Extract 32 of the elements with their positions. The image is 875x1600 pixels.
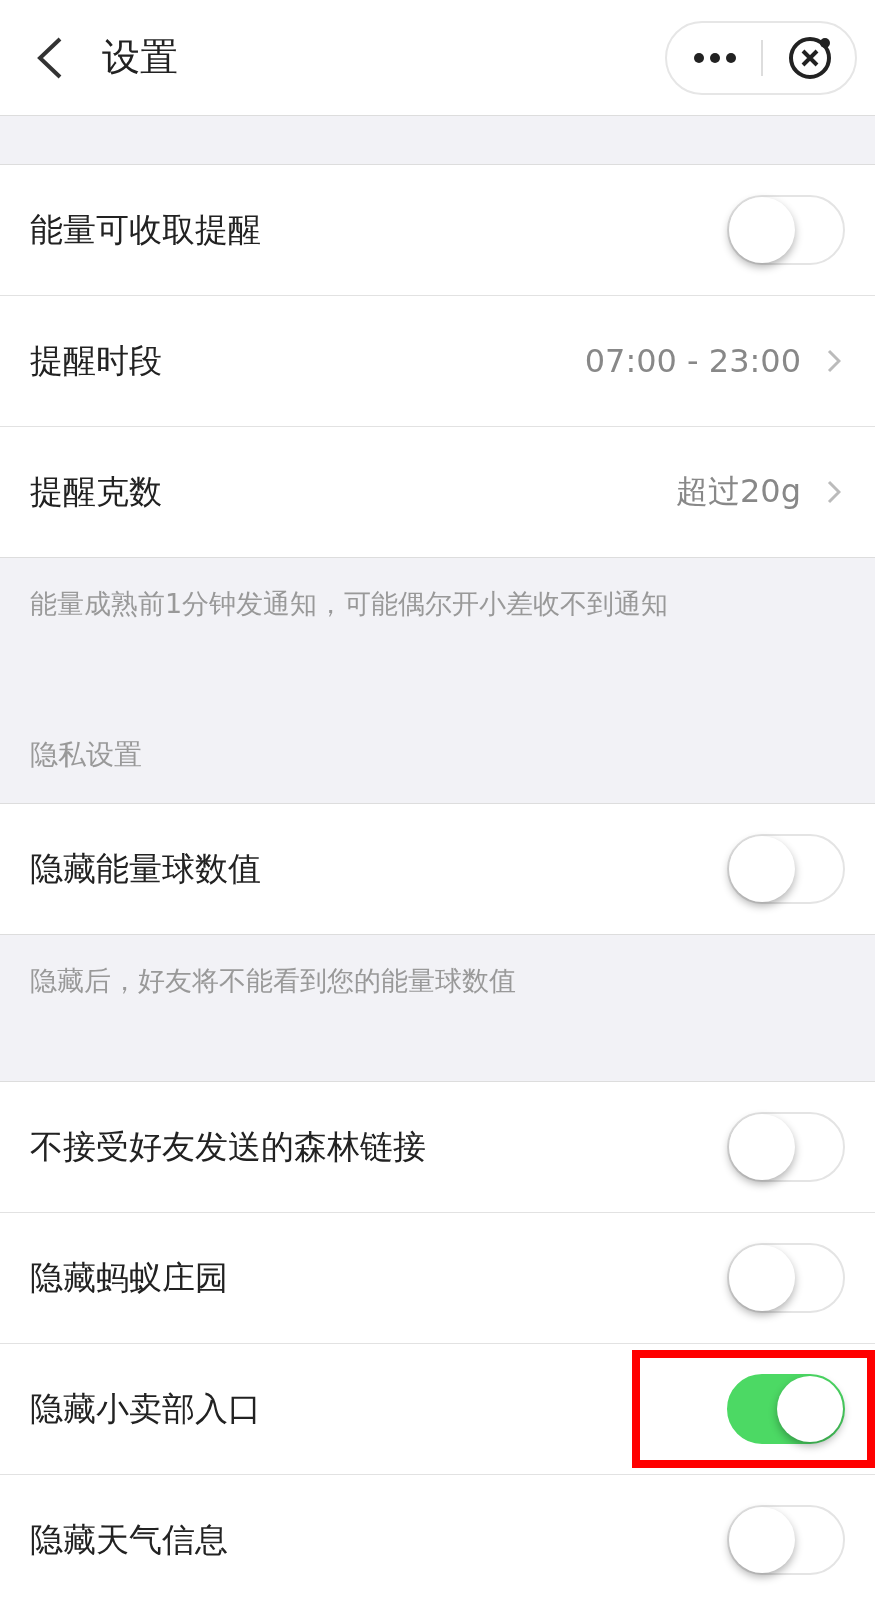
toggle-switch[interactable] [727, 1505, 845, 1575]
close-icon[interactable] [787, 34, 833, 81]
toggle-switch[interactable] [727, 834, 845, 904]
settings-row[interactable]: 不接受好友发送的森林链接 [0, 1082, 875, 1213]
settings-row[interactable]: 隐藏能量球数值 [0, 804, 875, 934]
toggle-switch[interactable] [727, 1374, 845, 1444]
hint-text: 隐藏后，好友将不能看到您的能量球数值 [29, 964, 517, 998]
row-value: 07:00 - 23:00 [584, 342, 801, 380]
row-label: 隐藏蚂蚁庄园 [30, 1256, 229, 1299]
settings-row[interactable]: 隐藏小卖部入口 [0, 1344, 875, 1475]
more-icon[interactable] [693, 51, 737, 64]
page-title: 设置 [102, 34, 179, 81]
row-label: 提醒时段 [30, 339, 163, 382]
row-label: 隐藏小卖部入口 [30, 1387, 262, 1430]
chevron-icon [827, 480, 841, 504]
toggle-switch[interactable] [727, 195, 845, 265]
settings-row[interactable]: 提醒时段 07:00 - 23:00 [0, 296, 875, 427]
row-label: 隐藏天气信息 [30, 1518, 229, 1561]
row-label: 提醒克数 [30, 470, 163, 513]
row-label: 隐藏能量球数值 [30, 847, 262, 890]
section-label: 隐私设置 [29, 737, 143, 773]
row-label: 不接受好友发送的森林链接 [30, 1125, 427, 1168]
settings-row[interactable]: 提醒克数 超过20g [0, 427, 875, 557]
row-value: 超过20g [675, 471, 801, 512]
settings-row[interactable]: 能量可收取提醒 [0, 165, 875, 296]
toggle-switch[interactable] [727, 1112, 845, 1182]
settings-row[interactable]: 隐藏天气信息 [0, 1475, 875, 1600]
toggle-switch[interactable] [727, 1243, 845, 1313]
row-label: 能量可收取提醒 [30, 208, 262, 251]
settings-row[interactable]: 隐藏蚂蚁庄园 [0, 1213, 875, 1344]
chevron-icon [827, 349, 841, 373]
hint-text: 能量成熟前1分钟发通知，可能偶尔开小差收不到通知 [29, 587, 670, 621]
